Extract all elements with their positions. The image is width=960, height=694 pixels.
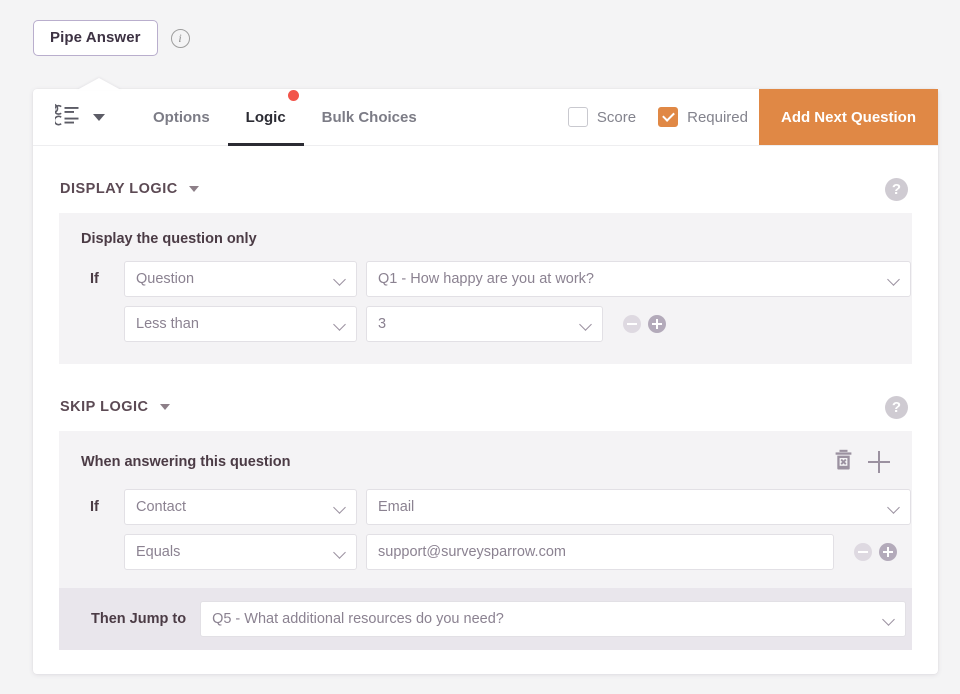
logic-tabs: Options Logic Bulk Choices (135, 89, 435, 145)
required-checkbox[interactable] (658, 107, 678, 127)
skip-logic-title: SKIP LOGIC (60, 399, 149, 415)
skip-logic-field-value: Email (378, 499, 414, 515)
display-logic-question-select[interactable]: Q1 - How happy are you at work? (366, 261, 911, 297)
skip-logic-operator-value: Equals (136, 544, 180, 560)
chevron-down-icon (887, 501, 900, 514)
add-skip-rule-icon[interactable] (868, 451, 890, 473)
score-label: Score (597, 109, 636, 126)
display-logic-section: DISPLAY LOGIC ? Display the question onl… (59, 174, 912, 364)
display-logic-condition-row-1: If Question Q1 - How happy are you at wo… (81, 261, 890, 297)
tab-logic[interactable]: Logic (228, 89, 304, 145)
skip-logic-operator-select[interactable]: Equals (124, 534, 357, 570)
then-jump-to-label: Then Jump to (81, 611, 186, 627)
display-logic-collapse-caret-icon[interactable] (189, 186, 199, 192)
chevron-down-icon (887, 273, 900, 286)
display-logic-operator-select[interactable]: Less than (124, 306, 357, 342)
tab-bulk-choices[interactable]: Bulk Choices (304, 89, 435, 145)
display-logic-panel: Display the question only If Question Q1… (59, 213, 912, 364)
skip-logic-panel-header: When answering this question (81, 449, 890, 475)
skip-logic-panel-tools (834, 449, 890, 475)
then-jump-to-row: Then Jump to Q5 - What additional resour… (59, 588, 912, 650)
display-logic-value-value: 3 (378, 316, 386, 332)
skip-logic-panel-title: When answering this question (81, 454, 290, 470)
chevron-down-icon (333, 546, 346, 559)
display-logic-source-select[interactable]: Question (124, 261, 357, 297)
tab-logic-label: Logic (246, 109, 286, 126)
display-logic-value-select[interactable]: 3 (366, 306, 603, 342)
add-condition-icon[interactable] (648, 315, 666, 333)
card-body: DISPLAY LOGIC ? Display the question onl… (33, 174, 938, 650)
skip-logic-panel: When answering this question (59, 431, 912, 650)
skip-logic-row-controls (854, 543, 897, 561)
skip-logic-section: SKIP LOGIC ? When answering this questio… (59, 392, 912, 650)
tab-options[interactable]: Options (135, 89, 228, 145)
pipe-answer-button[interactable]: Pipe Answer (33, 20, 158, 56)
display-logic-operator-value: Less than (136, 316, 199, 332)
tab-logic-badge-dot (288, 90, 299, 101)
question-toolbar: Options Logic Bulk Choices Score Require… (33, 89, 938, 146)
required-toggle[interactable]: Required (647, 89, 759, 145)
chevron-down-icon (93, 114, 105, 121)
then-jump-to-value: Q5 - What additional resources do you ne… (212, 611, 504, 627)
chevron-down-icon (333, 273, 346, 286)
display-logic-help-icon[interactable]: ? (885, 178, 908, 201)
add-skip-condition-icon[interactable] (879, 543, 897, 561)
skip-logic-collapse-caret-icon[interactable] (160, 404, 170, 410)
chevron-down-icon (579, 318, 592, 331)
tab-bulk-choices-label: Bulk Choices (322, 109, 417, 126)
remove-condition-icon[interactable] (623, 315, 641, 333)
score-toggle[interactable]: Score (557, 89, 647, 145)
skip-logic-condition-row-1: If Contact Email (81, 489, 890, 525)
display-if-label: If (81, 271, 115, 287)
chevron-down-icon (882, 613, 895, 626)
chevron-down-icon (333, 318, 346, 331)
display-logic-header: DISPLAY LOGIC ? (59, 174, 912, 204)
skip-logic-condition-row-2: Equals support@surveysparrow.com (81, 534, 890, 570)
skip-logic-value-text: support@surveysparrow.com (378, 544, 566, 560)
multiple-choice-icon (55, 103, 81, 132)
skip-logic-field-select[interactable]: Email (366, 489, 911, 525)
display-logic-question-value: Q1 - How happy are you at work? (378, 271, 594, 287)
pipe-answer-row: Pipe Answer i (33, 20, 190, 56)
skip-logic-value-input[interactable]: support@surveysparrow.com (366, 534, 834, 570)
info-icon[interactable]: i (171, 29, 190, 48)
display-logic-panel-title: Display the question only (81, 231, 257, 247)
then-jump-to-select[interactable]: Q5 - What additional resources do you ne… (200, 601, 906, 637)
toolbar-right-group: Score Required Add Next Question (557, 89, 938, 145)
skip-logic-help-icon[interactable]: ? (885, 396, 908, 419)
skip-if-label: If (81, 499, 115, 515)
skip-logic-source-value: Contact (136, 499, 186, 515)
add-next-question-button[interactable]: Add Next Question (759, 89, 938, 145)
display-logic-condition-row-2: Less than 3 (81, 306, 890, 342)
display-logic-row-controls (623, 315, 666, 333)
required-label: Required (687, 109, 748, 126)
display-logic-title: DISPLAY LOGIC (60, 181, 178, 197)
question-type-selector[interactable] (33, 89, 105, 145)
skip-logic-source-select[interactable]: Contact (124, 489, 357, 525)
trash-icon[interactable] (834, 449, 853, 475)
question-logic-card: Options Logic Bulk Choices Score Require… (33, 89, 938, 674)
display-logic-source-value: Question (136, 271, 194, 287)
skip-logic-header: SKIP LOGIC ? (59, 392, 912, 422)
chevron-down-icon (333, 501, 346, 514)
score-checkbox[interactable] (568, 107, 588, 127)
remove-skip-condition-icon[interactable] (854, 543, 872, 561)
display-logic-panel-header: Display the question only (81, 231, 890, 247)
tab-options-label: Options (153, 109, 210, 126)
